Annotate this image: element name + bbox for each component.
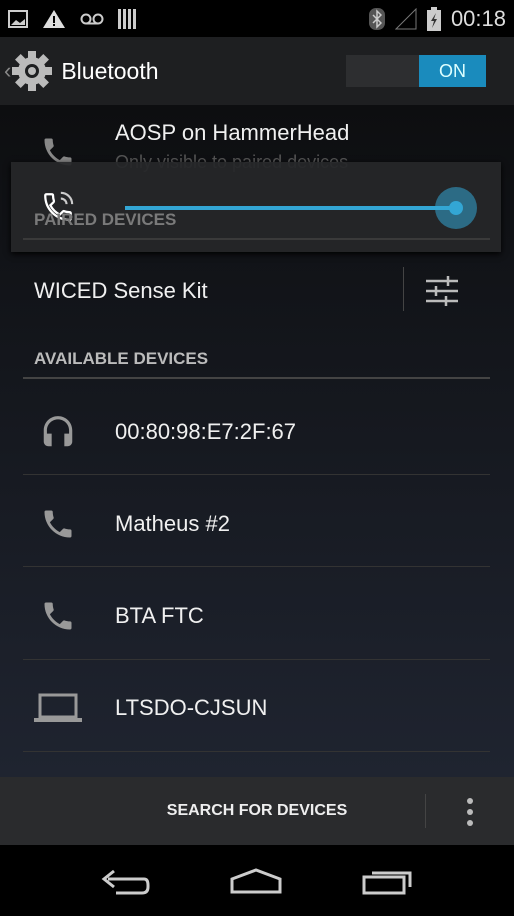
available-device-row[interactable]: 00:80:98:E7:2F:67 (23, 391, 490, 473)
bluetooth-icon (368, 7, 385, 30)
device-name: BTA FTC (115, 603, 204, 628)
available-device-row[interactable]: LTSDO-CJSUN (23, 667, 490, 749)
paired-device-name: WICED Sense Kit (34, 278, 208, 303)
paired-device-row[interactable]: WICED Sense Kit (23, 265, 490, 317)
laptop-icon (34, 693, 82, 722)
device-name: LTSDO-CJSUN (115, 695, 268, 720)
status-bar: 00:18 (0, 0, 514, 37)
battery-charging-icon (426, 6, 441, 31)
device-name: Matheus #2 (115, 511, 230, 536)
phone-icon (44, 602, 72, 630)
paired-devices-header: PAIRED DEVICES (23, 210, 490, 240)
settings-gear-icon[interactable] (11, 50, 53, 92)
voicemail-icon (80, 13, 104, 24)
barcode-icon (118, 8, 136, 29)
bluetooth-toggle[interactable]: ON (346, 55, 486, 87)
phone-icon (44, 510, 72, 538)
available-device-row[interactable]: BTA FTC (23, 575, 490, 657)
signal-icon (394, 7, 417, 29)
action-bar: ‹ Bluetooth ON (0, 37, 514, 105)
back-chevron-icon[interactable]: ‹ (4, 58, 11, 84)
device-settings-icon[interactable] (424, 273, 460, 309)
headphones-icon (43, 416, 73, 447)
navigation-bar (0, 845, 514, 916)
available-devices-header: AVAILABLE DEVICES (23, 349, 490, 379)
search-for-devices-button[interactable]: SEARCH FOR DEVICES (167, 802, 347, 820)
warning-icon (43, 9, 65, 28)
clock: 00:18 (450, 5, 506, 31)
bottom-action-bar: SEARCH FOR DEVICES (0, 777, 514, 845)
recent-apps-icon[interactable] (362, 867, 414, 895)
overflow-menu-icon[interactable] (466, 797, 474, 827)
page-title: Bluetooth (61, 57, 159, 84)
image-icon (8, 9, 28, 28)
device-name: 00:80:98:E7:2F:67 (115, 419, 297, 444)
available-device-row[interactable]: Matheus #2 (23, 483, 490, 565)
back-icon[interactable] (100, 867, 150, 895)
home-icon[interactable] (229, 867, 283, 895)
toggle-on-label: ON (419, 55, 486, 87)
device-name: AOSP on HammerHead (115, 120, 350, 145)
